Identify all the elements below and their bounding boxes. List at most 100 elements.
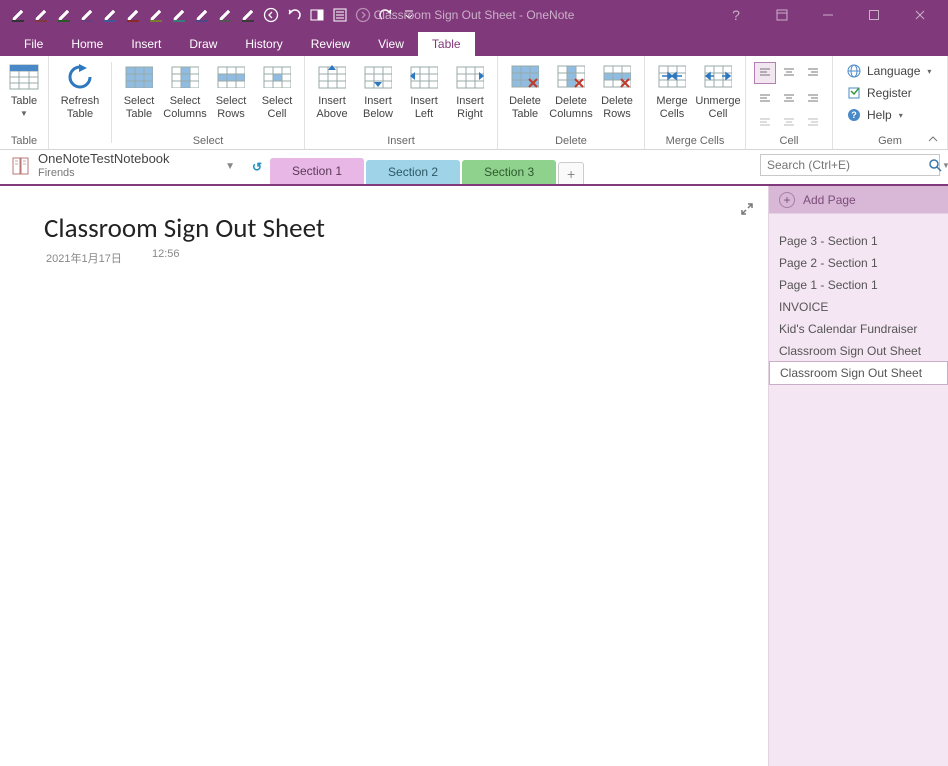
- maximize-button[interactable]: [860, 1, 888, 29]
- menu-tab-draw[interactable]: Draw: [175, 32, 231, 56]
- menu-tab-home[interactable]: Home: [57, 32, 117, 56]
- menu-tab-table[interactable]: Table: [418, 32, 475, 56]
- page-list-icon[interactable]: [328, 0, 351, 30]
- plus-icon: +: [779, 192, 795, 208]
- select-cell-button-icon: [261, 61, 293, 93]
- align-bot-center[interactable]: [778, 110, 800, 132]
- qat-pen-8[interactable]: [190, 0, 213, 30]
- align-top-center[interactable]: [778, 62, 800, 84]
- insert-right-button[interactable]: Insert Right: [447, 59, 493, 121]
- qat-pen-2[interactable]: [52, 0, 75, 30]
- select-rows-button[interactable]: Select Rows: [208, 59, 254, 121]
- sync-icon[interactable]: ↺: [246, 156, 268, 178]
- qat-pen-1[interactable]: [29, 0, 52, 30]
- select-table-button[interactable]: Select Table: [116, 59, 162, 121]
- page-list-item[interactable]: Classroom Sign Out Sheet: [769, 340, 948, 362]
- help-icon[interactable]: ?: [722, 1, 750, 29]
- ribbon-group-refresh: Refresh Table: [49, 56, 111, 149]
- chevron-down-icon: ▼: [20, 109, 28, 118]
- refresh-icon: [64, 61, 96, 93]
- page-date[interactable]: 2021年1月17日: [46, 250, 122, 266]
- pen-icon: [218, 8, 232, 22]
- align-bot-left[interactable]: [754, 110, 776, 132]
- language-button[interactable]: Language ▾: [843, 60, 934, 82]
- minimize-button[interactable]: [814, 1, 842, 29]
- delete-rows-button[interactable]: Delete Rows: [594, 59, 640, 121]
- pen-icon: [172, 8, 186, 22]
- table-button[interactable]: Table ▼: [4, 59, 44, 118]
- add-section-button[interactable]: +: [558, 162, 584, 184]
- page-canvas[interactable]: Classroom Sign Out Sheet 2021年1月17日 12:5…: [0, 186, 768, 766]
- qat-pen-10[interactable]: [236, 0, 259, 30]
- qat-pen-0[interactable]: [6, 0, 29, 30]
- section-tab-2[interactable]: Section 2: [366, 160, 460, 184]
- menu-tab-view[interactable]: View: [364, 32, 418, 56]
- dock-icon[interactable]: [305, 0, 328, 30]
- unmerge-cell-button[interactable]: Unmerge Cell: [695, 59, 741, 121]
- qat-pen-9[interactable]: [213, 0, 236, 30]
- add-page-button[interactable]: + Add Page: [769, 186, 948, 214]
- pen-icon: [80, 8, 94, 22]
- search-input[interactable]: [761, 158, 928, 172]
- insert-above-button[interactable]: Insert Above: [309, 59, 355, 121]
- help-button[interactable]: ? Help ▾: [843, 104, 934, 126]
- align-top-left[interactable]: [754, 62, 776, 84]
- pen-icon: [11, 8, 25, 22]
- section-tab-3[interactable]: Section 3: [462, 160, 556, 184]
- align-mid-left[interactable]: [754, 86, 776, 108]
- page-list-item[interactable]: Page 3 - Section 1: [769, 230, 948, 252]
- ribbon-group-cell: Cell: [746, 56, 833, 149]
- menu-tab-history[interactable]: History: [231, 32, 296, 56]
- merge-cells-button[interactable]: Merge Cells: [649, 59, 695, 121]
- delete-columns-button-icon: [555, 61, 587, 93]
- ribbon-display-options-icon[interactable]: [768, 1, 796, 29]
- select-columns-button-icon: [169, 61, 201, 93]
- chevron-down-icon[interactable]: ▼: [942, 161, 948, 170]
- fullscreen-icon[interactable]: [740, 202, 754, 216]
- notebook-icon: [10, 155, 32, 177]
- register-button[interactable]: Register: [843, 82, 934, 104]
- delete-table-button[interactable]: Delete Table: [502, 59, 548, 121]
- search-icon[interactable]: [928, 158, 942, 172]
- window-title: Classroom Sign Out Sheet - OneNote: [374, 8, 575, 22]
- collapse-ribbon-button[interactable]: [924, 131, 942, 147]
- delete-columns-button[interactable]: Delete Columns: [548, 59, 594, 121]
- undo-icon[interactable]: [282, 0, 305, 30]
- page-list-item[interactable]: Page 1 - Section 1: [769, 274, 948, 296]
- search-box[interactable]: ▼: [760, 154, 940, 176]
- select-rows-button-icon: [215, 61, 247, 93]
- close-button[interactable]: [906, 1, 934, 29]
- select-columns-button[interactable]: Select Columns: [162, 59, 208, 121]
- page-time[interactable]: 12:56: [152, 248, 180, 260]
- align-mid-right[interactable]: [802, 86, 824, 108]
- insert-left-button[interactable]: Insert Left: [401, 59, 447, 121]
- back-icon[interactable]: [259, 0, 282, 30]
- forward-icon[interactable]: [351, 0, 374, 30]
- qat-pen-3[interactable]: [75, 0, 98, 30]
- qat-pen-7[interactable]: [167, 0, 190, 30]
- menu-tab-review[interactable]: Review: [297, 32, 364, 56]
- refresh-table-button[interactable]: Refresh Table: [53, 59, 107, 121]
- notebook-picker[interactable]: OneNoteTestNotebook Firends ▼: [0, 152, 246, 184]
- page-title[interactable]: Classroom Sign Out Sheet: [44, 212, 325, 245]
- insert-below-button[interactable]: Insert Below: [355, 59, 401, 121]
- align-bot-right[interactable]: [802, 110, 824, 132]
- menu-tab-file[interactable]: File: [10, 32, 57, 56]
- chevron-down-icon: ▾: [927, 67, 931, 76]
- chevron-down-icon[interactable]: ▼: [225, 161, 240, 172]
- menu-bar: FileHomeInsertDrawHistoryReviewViewTable: [0, 30, 948, 56]
- qat-pen-5[interactable]: [121, 0, 144, 30]
- qat-pen-6[interactable]: [144, 0, 167, 30]
- align-mid-center[interactable]: [778, 86, 800, 108]
- page-list-item[interactable]: Page 2 - Section 1: [769, 252, 948, 274]
- select-cell-button[interactable]: Select Cell: [254, 59, 300, 121]
- help-icon: ?: [846, 107, 862, 123]
- menu-tab-insert[interactable]: Insert: [117, 32, 175, 56]
- page-list-item[interactable]: INVOICE: [769, 296, 948, 318]
- page-list-item[interactable]: Classroom Sign Out Sheet: [769, 361, 948, 385]
- pen-icon: [195, 8, 209, 22]
- section-tab-1[interactable]: Section 1: [270, 158, 364, 184]
- page-list-item[interactable]: Kid's Calendar Fundraiser: [769, 318, 948, 340]
- align-top-right[interactable]: [802, 62, 824, 84]
- qat-pen-4[interactable]: [98, 0, 121, 30]
